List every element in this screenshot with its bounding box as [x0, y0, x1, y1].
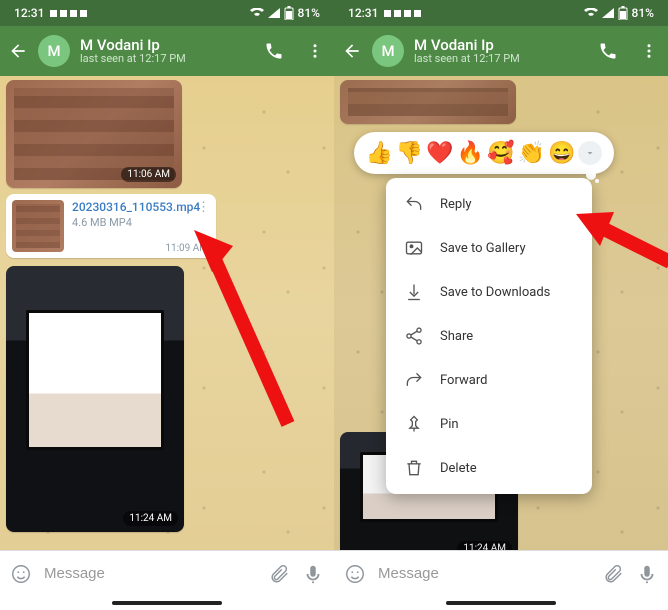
mic-icon[interactable]	[636, 563, 658, 585]
menu-label: Forward	[440, 373, 487, 388]
status-time: 12:31	[348, 6, 378, 20]
chat-area[interactable]: 11:24 AM 👍 👎 ❤️ 🔥 🥰 👏 😄 Reply	[334, 76, 668, 550]
reaction-bar: 👍 👎 ❤️ 🔥 🥰 👏 😄	[354, 132, 614, 174]
menu-label: Pin	[440, 417, 459, 432]
gesture-bar	[334, 596, 668, 610]
avatar[interactable]: M	[372, 35, 404, 67]
avatar[interactable]: M	[38, 35, 70, 67]
file-message[interactable]: 20230316_110553.mp4 4.6 MB MP4 ⋮ 11:09 A…	[6, 194, 216, 258]
contact-name: M Vodani Ip	[80, 37, 186, 54]
message-input-bar	[0, 550, 334, 596]
battery-icon	[618, 6, 628, 20]
file-thumb	[12, 200, 64, 252]
wifi-icon	[584, 8, 598, 18]
image-message-1[interactable]: 11:06 AM	[6, 80, 182, 188]
more-icon[interactable]	[640, 41, 658, 61]
call-icon[interactable]	[264, 41, 284, 61]
reaction-heart[interactable]: ❤️	[426, 141, 453, 166]
signal-icon	[602, 8, 614, 18]
menu-label: Reply	[440, 197, 472, 212]
header-titles[interactable]: M Vodani Ip last seen at 12:17 PM	[80, 37, 186, 66]
file-name: 20230316_110553.mp4	[72, 200, 200, 214]
menu-delete[interactable]: Delete	[386, 446, 592, 490]
battery-text: 81%	[298, 6, 320, 20]
back-icon[interactable]	[8, 41, 28, 61]
reaction-thumbs-down[interactable]: 👎	[396, 141, 423, 166]
menu-share[interactable]: Share	[386, 314, 592, 358]
message-input[interactable]	[378, 565, 590, 582]
menu-save-gallery[interactable]: Save to Gallery	[386, 226, 592, 270]
header-titles[interactable]: M Vodani Ip last seen at 12:17 PM	[414, 37, 520, 66]
menu-label: Save to Gallery	[440, 241, 526, 256]
menu-label: Save to Downloads	[440, 285, 550, 300]
menu-label: Delete	[440, 461, 477, 476]
battery-icon	[284, 6, 294, 20]
menu-pin[interactable]: Pin	[386, 402, 592, 446]
battery-text: 81%	[632, 6, 654, 20]
contact-name: M Vodani Ip	[414, 37, 520, 54]
chat-header: M M Vodani Ip last seen at 12:17 PM	[0, 26, 334, 76]
call-icon[interactable]	[598, 41, 618, 61]
context-menu: Reply Save to Gallery Save to Downloads …	[386, 178, 592, 494]
chat-area[interactable]: 11:06 AM 20230316_110553.mp4 4.6 MB MP4 …	[0, 76, 334, 550]
back-icon[interactable]	[342, 41, 362, 61]
reaction-smile[interactable]: 😄	[548, 141, 575, 166]
reaction-fire[interactable]: 🔥	[457, 141, 484, 166]
chat-header: M M Vodani Ip last seen at 12:17 PM	[334, 26, 668, 76]
status-bar: 12:31 81%	[0, 0, 334, 26]
menu-forward[interactable]: Forward	[386, 358, 592, 402]
reaction-more-icon[interactable]	[578, 141, 602, 165]
wifi-icon	[250, 8, 264, 18]
phone-screen-left: 12:31 81% M M Vodani Ip last seen at 12:…	[0, 0, 334, 610]
emoji-icon[interactable]	[10, 563, 32, 585]
menu-reply[interactable]: Reply	[386, 182, 592, 226]
reaction-love[interactable]: 🥰	[487, 141, 514, 166]
attach-icon[interactable]	[268, 563, 290, 585]
reaction-clap[interactable]: 👏	[518, 141, 545, 166]
message-input-bar	[334, 550, 668, 596]
message-time-2: 11:24 AM	[123, 511, 178, 526]
message-time: 11:06 AM	[121, 167, 176, 182]
reaction-thumbs-up[interactable]: 👍	[366, 141, 393, 166]
last-seen: last seen at 12:17 PM	[414, 53, 520, 65]
attach-icon[interactable]	[602, 563, 624, 585]
message-input[interactable]	[44, 565, 256, 582]
signal-icon	[268, 8, 280, 18]
emoji-icon[interactable]	[344, 563, 366, 585]
menu-label: Share	[440, 329, 473, 344]
image-message-2[interactable]: 11:24 AM	[6, 266, 184, 532]
mic-icon[interactable]	[302, 563, 324, 585]
file-meta: 4.6 MB MP4	[72, 216, 200, 229]
gesture-bar	[0, 596, 334, 610]
menu-save-downloads[interactable]: Save to Downloads	[386, 270, 592, 314]
status-notif-icons	[384, 8, 424, 18]
last-seen: last seen at 12:17 PM	[80, 53, 186, 65]
status-time: 12:31	[14, 6, 44, 20]
phone-screen-right: 12:31 81% M M Vodani Ip last seen at 12:…	[334, 0, 668, 610]
file-time: 11:09 AM	[165, 243, 208, 254]
status-bar: 12:31 81%	[334, 0, 668, 26]
file-more-icon[interactable]: ⋮	[197, 200, 210, 215]
more-icon[interactable]	[306, 41, 324, 61]
image-thumb-2	[6, 266, 184, 532]
status-notif-icons	[50, 8, 90, 18]
